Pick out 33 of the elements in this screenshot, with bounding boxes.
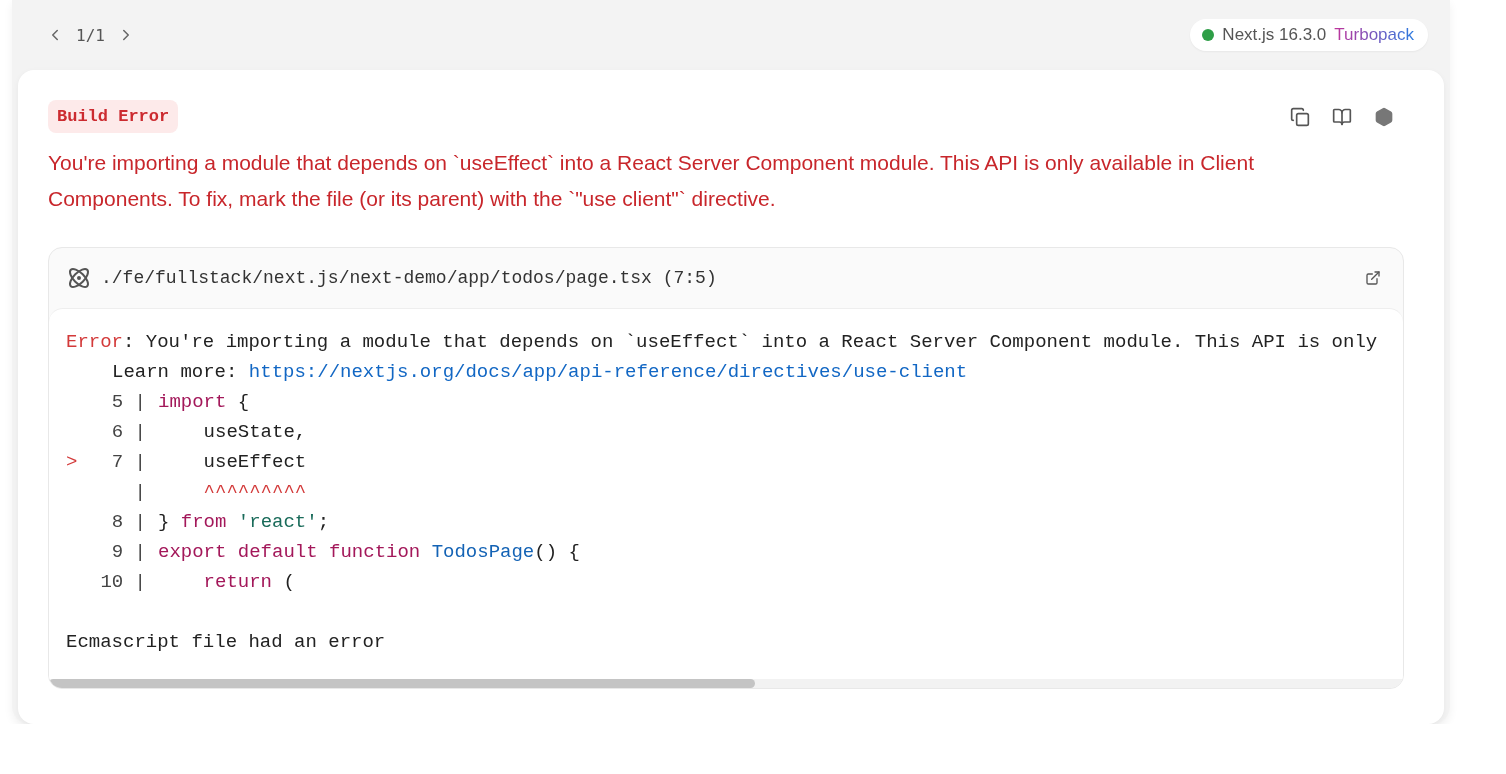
- learn-more-label: Learn more:: [112, 360, 238, 385]
- line-gutter: 6 |: [110, 420, 146, 445]
- docs-link[interactable]: https://nextjs.org/docs/app/api-reference/directives/use-client: [248, 357, 968, 387]
- scrollbar-thumb[interactable]: [49, 679, 755, 688]
- current-line-marker: >: [66, 451, 78, 473]
- error-label: Build Error: [48, 100, 179, 133]
- version-text: Next.js 16.3.0: [1222, 25, 1327, 45]
- code-text: ^^^^^^^^^: [202, 480, 307, 505]
- hexagon-icon[interactable]: [1374, 106, 1394, 127]
- page-count: 1/1: [76, 25, 105, 45]
- status-dot: [1202, 29, 1215, 41]
- line-gutter: 5 |: [110, 390, 146, 415]
- code-text: import {: [158, 390, 250, 415]
- code-text: useEffect: [202, 450, 307, 475]
- code-text: export default function TodosPage() {: [158, 540, 580, 565]
- line-gutter: |: [133, 480, 146, 505]
- atom-icon: [67, 266, 91, 290]
- line-gutter: 9 |: [110, 540, 146, 565]
- error-message: You're importing a module that depends on `useEffect` into a React Server Component module. This API is only available in Client Components. To fix, mark the file (or its parent) with the `"use client"` directive.: [48, 150, 1255, 212]
- error-text: : You're importing a module that depends on `useEffect` into a React Server Component module. This API is only: [123, 330, 1378, 355]
- error-summary: Ecmascript file had an error: [66, 630, 386, 655]
- code-text: useState,: [202, 420, 307, 445]
- line-gutter: 8 |: [110, 510, 146, 535]
- error-keyword: Error: [66, 330, 123, 355]
- code-text: } from 'react';: [158, 510, 330, 535]
- code-text: return (: [202, 570, 295, 595]
- line-gutter: 7 |: [110, 450, 146, 475]
- file-path: ./fe/fullstack/next.js/next-demo/app/todos/page.tsx (7:5): [101, 268, 717, 288]
- bundler-text: Turbopack: [1334, 25, 1414, 45]
- book-icon[interactable]: [1332, 106, 1352, 127]
- open-external-icon[interactable]: [1365, 270, 1381, 286]
- line-gutter: 10 |: [99, 570, 146, 595]
- copy-icon[interactable]: [1290, 106, 1310, 127]
